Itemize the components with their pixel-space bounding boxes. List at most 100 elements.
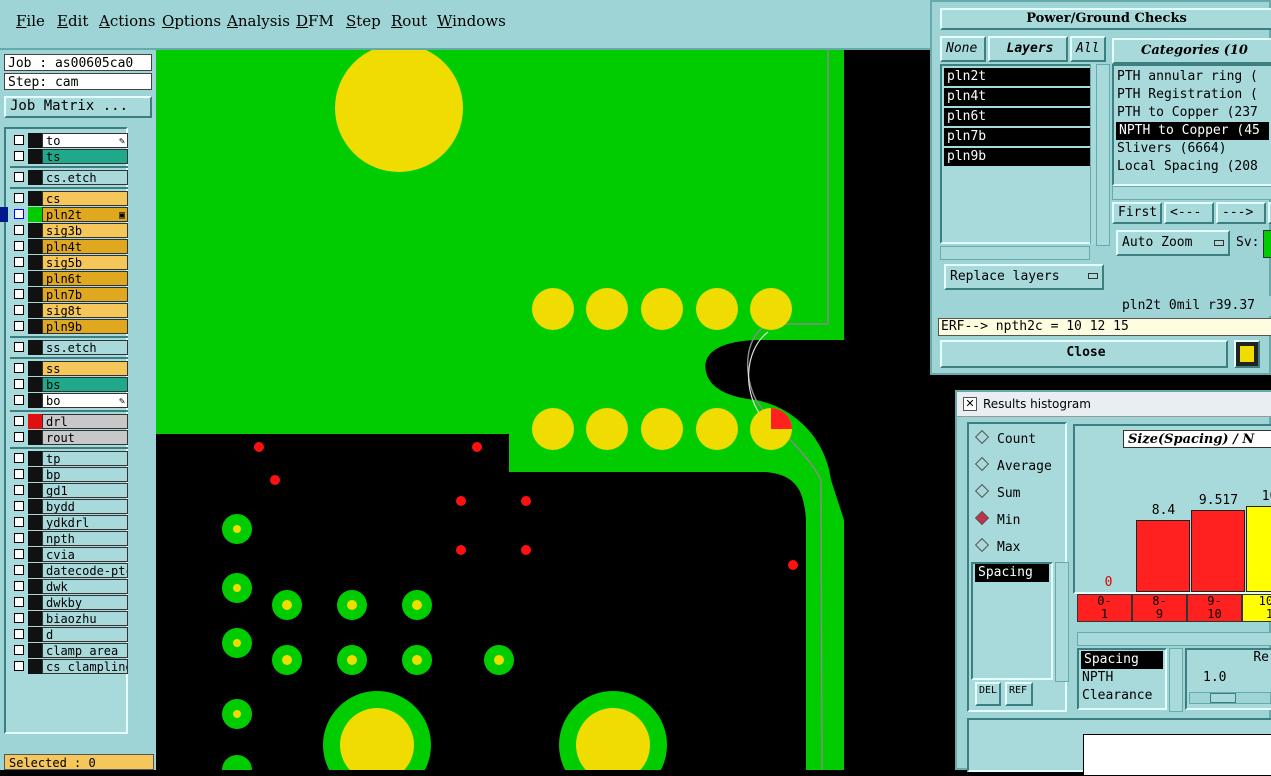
layer-color-swatch[interactable]: [28, 149, 42, 164]
layer-row[interactable]: pln9b: [10, 319, 128, 334]
layer-name[interactable]: pln4t: [42, 239, 128, 254]
layer-row[interactable]: ydkdrl: [10, 515, 128, 530]
layer-row[interactable]: dwk: [10, 579, 128, 594]
layer-color-swatch[interactable]: [28, 393, 42, 408]
categories-vscroll[interactable]: [1096, 64, 1110, 246]
layer-checkbox[interactable]: [14, 241, 24, 251]
layer-row[interactable]: ss.etch: [10, 340, 128, 355]
layer-color-swatch[interactable]: [28, 643, 42, 658]
help-icon[interactable]: [1234, 340, 1260, 368]
histogram-range-cell[interactable]: 0- 1: [1077, 594, 1132, 622]
layer-color-swatch[interactable]: [28, 287, 42, 302]
layer-color-swatch[interactable]: [28, 133, 42, 148]
layer-checkbox[interactable]: [14, 151, 24, 161]
radio-indicator-icon[interactable]: [974, 429, 990, 445]
layer-color-swatch[interactable]: [28, 207, 42, 222]
layer-name[interactable]: ydkdrl: [42, 515, 128, 530]
menu-actions[interactable]: Actions: [99, 12, 155, 30]
layer-checkbox[interactable]: [14, 193, 24, 203]
layer-checkbox[interactable]: [14, 501, 24, 511]
layer-row[interactable]: sig3b: [10, 223, 128, 238]
next-button[interactable]: --->: [1216, 202, 1266, 224]
metric-list-scrollbar[interactable]: [1169, 648, 1183, 712]
layer-color-swatch[interactable]: [28, 467, 42, 482]
layer-checkbox[interactable]: [14, 469, 24, 479]
layer-row[interactable]: bo ✎: [10, 393, 128, 408]
spacing-list-item[interactable]: Spacing: [975, 564, 1049, 582]
del-button[interactable]: DEL: [975, 682, 1001, 706]
radio-indicator-icon[interactable]: [974, 483, 990, 499]
layer-checkbox[interactable]: [14, 613, 24, 623]
radio-sum[interactable]: Sum: [974, 483, 1020, 501]
range-slider-thumb[interactable]: [1210, 693, 1236, 703]
menu-options[interactable]: Options: [162, 12, 221, 30]
metric-item[interactable]: Clearance: [1079, 687, 1165, 705]
layer-color-swatch[interactable]: [28, 611, 42, 626]
layer-checkbox[interactable]: [14, 432, 24, 442]
layer-name[interactable]: bs: [42, 377, 128, 392]
layer-name[interactable]: rout: [42, 430, 128, 445]
layer-name[interactable]: cs.etch: [42, 170, 128, 185]
layer-color-swatch[interactable]: [28, 579, 42, 594]
layer-row[interactable]: datecode-ptc: [10, 563, 128, 578]
layer-name[interactable]: gd1: [42, 483, 128, 498]
spacing-list-scrollbar[interactable]: [1055, 562, 1069, 682]
layer-name[interactable]: ss: [42, 361, 128, 376]
close-icon[interactable]: ✕: [963, 397, 977, 411]
layer-color-swatch[interactable]: [28, 563, 42, 578]
layer-name[interactable]: drl: [42, 414, 128, 429]
layer-checkbox[interactable]: [14, 661, 24, 671]
layer-name[interactable]: pln6t: [42, 271, 128, 286]
layer-name[interactable]: bp: [42, 467, 128, 482]
layer-color-swatch[interactable]: [28, 271, 42, 286]
layer-checkbox[interactable]: [14, 565, 24, 575]
layer-checkbox[interactable]: [14, 485, 24, 495]
layer-name[interactable]: sig3b: [42, 223, 128, 238]
pg-layer-item[interactable]: pln6t: [944, 108, 1102, 126]
layer-checkbox[interactable]: [14, 305, 24, 315]
layer-row[interactable]: pln4t: [10, 239, 128, 254]
layer-name[interactable]: d: [42, 627, 128, 642]
layer-row[interactable]: sig8t: [10, 303, 128, 318]
menu-edit[interactable]: Edit: [57, 12, 88, 30]
layer-color-swatch[interactable]: [28, 414, 42, 429]
layer-color-swatch[interactable]: [28, 451, 42, 466]
layer-row[interactable]: d: [10, 627, 128, 642]
layer-checkbox[interactable]: [14, 209, 24, 219]
histogram-range-cell[interactable]: 9- 10: [1187, 594, 1242, 622]
layer-row[interactable]: drl: [10, 414, 128, 429]
layer-name[interactable]: tp: [42, 451, 128, 466]
histogram-bar[interactable]: [1136, 520, 1190, 592]
histogram-range-cell[interactable]: 8- 9: [1132, 594, 1187, 622]
layer-color-swatch[interactable]: [28, 499, 42, 514]
radio-indicator-icon[interactable]: [974, 456, 990, 472]
layer-checkbox[interactable]: [14, 321, 24, 331]
radio-average[interactable]: Average: [974, 456, 1052, 474]
layer-name[interactable]: bydd: [42, 499, 128, 514]
layer-checkbox[interactable]: [14, 172, 24, 182]
layer-color-swatch[interactable]: [28, 361, 42, 376]
close-button[interactable]: Close: [940, 340, 1228, 368]
layer-checkbox[interactable]: [14, 342, 24, 352]
layer-checkbox[interactable]: [14, 273, 24, 283]
layer-name[interactable]: to ✎: [42, 133, 128, 148]
layer-row[interactable]: rout: [10, 430, 128, 445]
layer-color-swatch[interactable]: [28, 377, 42, 392]
layer-row[interactable]: bs: [10, 377, 128, 392]
layer-row[interactable]: ss: [10, 361, 128, 376]
menu-windows[interactable]: Windows: [437, 12, 506, 30]
job-matrix-button[interactable]: Job Matrix ...: [4, 96, 152, 118]
radio-indicator-icon[interactable]: [974, 537, 990, 553]
layer-row[interactable]: cs.etch: [10, 170, 128, 185]
layer-color-swatch[interactable]: [28, 659, 42, 674]
layer-color-swatch[interactable]: [28, 430, 42, 445]
layer-checkbox[interactable]: [14, 581, 24, 591]
prev-button[interactable]: <---: [1164, 202, 1214, 224]
category-item[interactable]: Slivers (6664): [1114, 140, 1271, 158]
layer-list-hscroll[interactable]: [940, 246, 1090, 260]
layer-row[interactable]: tp: [10, 451, 128, 466]
layer-color-swatch[interactable]: [28, 255, 42, 270]
layer-name[interactable]: sig8t: [42, 303, 128, 318]
layer-color-swatch[interactable]: [28, 239, 42, 254]
menu-rout[interactable]: Rout: [391, 12, 427, 30]
